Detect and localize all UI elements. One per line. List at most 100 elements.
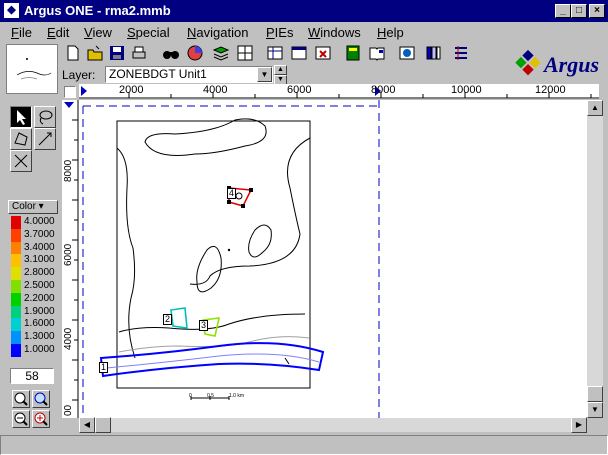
book-open-icon[interactable] (368, 44, 388, 64)
table-icon[interactable] (290, 44, 310, 64)
menu-help-mnemonic: H (377, 25, 387, 40)
ruler-x-tick: 6000 (287, 84, 312, 96)
pointer-tool-icon[interactable] (10, 106, 32, 128)
scroll-thumb[interactable] (587, 386, 603, 402)
zone-label[interactable]: 2 (163, 314, 172, 325)
argus-logo-text: Argus (544, 52, 600, 77)
library-icon[interactable] (424, 44, 444, 64)
menu-file[interactable]: File (11, 25, 32, 40)
map-canvas[interactable]: 4 2 3 1 0 0.5 1.0 km (79, 100, 587, 418)
book-icon[interactable] (344, 44, 364, 64)
zoom-out-icon[interactable] (12, 410, 30, 428)
pie-icon[interactable] (186, 44, 206, 64)
menu-edit[interactable]: Edit (47, 25, 69, 40)
argus-logo: Argus (514, 44, 606, 82)
layer-select[interactable]: ZONEBDGT Unit1 ▼ (105, 66, 273, 83)
color-icon[interactable] (398, 44, 418, 64)
scale-label: 0.5 (207, 393, 214, 399)
legend-title: Color (12, 201, 36, 212)
scroll-thumb[interactable] (95, 417, 111, 433)
save-file-icon[interactable] (108, 44, 128, 64)
scroll-right-button[interactable]: ▶ (571, 417, 587, 433)
layers-icon[interactable] (212, 44, 232, 64)
menu-windows-label: indows (320, 25, 361, 40)
legend-swatch (11, 241, 21, 255)
horizontal-scrollbar[interactable]: ◀ ▶ (79, 417, 587, 433)
legend-swatch (11, 331, 21, 344)
color-legend: Color ▾ 4.0000 3.7000 3.4000 3.1000 2.8000 2.… (8, 200, 58, 360)
close-view-icon[interactable] (314, 44, 334, 64)
legend-entry: 3.4000 (8, 241, 58, 255)
menu-navigation-label: avigation (196, 25, 249, 40)
legend-rows: 4.0000 3.7000 3.4000 3.1000 2.8000 2.5000 2.20… (8, 216, 58, 357)
ruler-y-tick: 6000 (63, 243, 74, 266)
scale-label: 1.0 km (229, 393, 245, 399)
zone-label[interactable]: 1 (99, 362, 108, 373)
close-button[interactable]: × (589, 4, 605, 18)
legend-entry: 2.5000 (8, 279, 58, 293)
grid-icon[interactable] (236, 44, 256, 64)
menu-pies[interactable]: PIEs (266, 25, 293, 40)
ruler-x-tick: 8000 (371, 84, 396, 96)
menu-file-label: ile (18, 25, 32, 40)
legend-value: 2.2000 (24, 292, 55, 304)
legend-swatch (11, 305, 21, 319)
overview-thumbnail[interactable] (6, 44, 58, 94)
mesh-view-icon[interactable] (266, 44, 286, 64)
legend-entry: 2.2000 (8, 292, 58, 306)
contours-icon[interactable] (452, 44, 472, 64)
zoom-in-icon[interactable] (32, 410, 50, 428)
legend-swatch (11, 254, 21, 268)
print-icon[interactable] (130, 44, 150, 64)
menu-special[interactable]: Special (127, 25, 170, 40)
legend-entry: 2.8000 (8, 267, 58, 280)
view-checkbox[interactable] (64, 86, 76, 98)
zoom-value[interactable]: 58 (10, 368, 54, 384)
layer-up-button[interactable]: ▲ (274, 65, 287, 75)
legend-value: 1.9000 (24, 305, 55, 317)
legend-entry: 1.3000 (8, 331, 58, 344)
menu-bar: File Edit View Special Navigation PIEs W… (0, 22, 608, 42)
title-bar[interactable]: ◆ Argus ONE - rma2.mmb _ □ × (0, 0, 608, 22)
maximize-button[interactable]: □ (571, 4, 587, 18)
legend-swatch (11, 318, 21, 332)
legend-entry: 4.0000 (8, 216, 58, 229)
window-title: Argus ONE - rma2.mmb (24, 3, 171, 18)
tool-palette (8, 106, 58, 176)
menu-view-label: iew (92, 25, 112, 40)
zoom-fit-icon[interactable] (32, 390, 50, 408)
new-file-icon[interactable] (64, 44, 84, 64)
status-bar (0, 435, 608, 455)
legend-value: 2.8000 (24, 267, 55, 279)
vertical-ruler[interactable]: 8000 6000 4000 00 (62, 100, 79, 418)
minimize-button[interactable]: _ (555, 4, 571, 18)
layer-select-value: ZONEBDGT Unit1 (109, 67, 207, 81)
zone-label[interactable]: 4 (227, 188, 236, 199)
menu-edit-mnemonic: E (47, 25, 56, 40)
ruler-x-tick: 12000 (535, 84, 566, 96)
legend-header[interactable]: Color ▾ (8, 200, 58, 214)
legend-value: 3.7000 (24, 228, 55, 240)
ruler-x-tick: 4000 (203, 84, 228, 96)
menu-navigation[interactable]: Navigation (187, 25, 248, 40)
lasso-tool-icon[interactable] (34, 106, 56, 128)
argus-app-icon[interactable]: ◆ (4, 3, 19, 18)
add-vertex-tool-icon[interactable] (34, 128, 56, 150)
scroll-up-button[interactable]: ▲ (587, 100, 603, 116)
menu-view[interactable]: View (84, 25, 112, 40)
legend-value: 4.0000 (24, 216, 55, 227)
menu-pies-mnemonic: P (266, 25, 275, 40)
scroll-down-button[interactable]: ▼ (587, 402, 603, 418)
move-vertex-tool-icon[interactable] (10, 150, 32, 172)
open-file-icon[interactable] (86, 44, 106, 64)
menu-windows[interactable]: Windows (308, 25, 361, 40)
chevron-down-icon[interactable]: ▼ (257, 67, 272, 82)
zoom-search-icon[interactable] (12, 390, 30, 408)
scroll-left-button[interactable]: ◀ (79, 417, 95, 433)
zone-label[interactable]: 3 (199, 320, 208, 331)
menu-help[interactable]: Help (377, 25, 404, 40)
polygon-tool-icon[interactable] (10, 128, 32, 150)
find-icon[interactable] (162, 44, 182, 64)
vertical-scrollbar[interactable]: ▲ ▼ (587, 100, 603, 418)
horizontal-ruler[interactable]: 2000 4000 6000 8000 10000 12000 (79, 84, 599, 99)
